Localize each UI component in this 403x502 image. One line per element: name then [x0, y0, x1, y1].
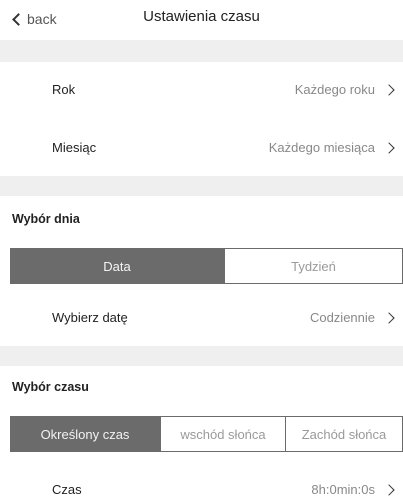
month-row[interactable]: Miesiąc Każdego miesiąca	[0, 116, 403, 174]
page-title: Ustawienia czasu	[143, 8, 260, 25]
segment-date[interactable]: Data	[10, 248, 224, 284]
day-selection-title: Wybór dnia	[12, 212, 80, 226]
time-row[interactable]: Czas 8h:0min:0s	[0, 468, 403, 502]
segment-specific-time[interactable]: Określony czas	[10, 416, 160, 452]
segment-week[interactable]: Tydzień	[224, 248, 403, 284]
month-value: Każdego miesiąca	[268, 140, 375, 155]
pick-date-label: Wybierz datę	[52, 310, 128, 325]
month-label: Miesiąc	[52, 140, 97, 155]
chevron-right-icon	[383, 484, 395, 496]
segment-sunset[interactable]: Zachód słońca	[286, 416, 403, 452]
year-row[interactable]: Rok Każdego roku	[0, 62, 403, 116]
time-value: 8h:0min:0s	[311, 482, 375, 497]
pick-date-value: Codziennie	[309, 310, 375, 325]
segment-sunrise[interactable]: wschód słońca	[160, 416, 286, 452]
section-divider	[0, 346, 403, 366]
section-divider	[0, 40, 403, 62]
year-value: Każdego roku	[294, 82, 375, 97]
time-label: Czas	[52, 482, 82, 497]
year-label: Rok	[52, 82, 76, 97]
time-selection-title: Wybór czasu	[12, 380, 89, 394]
chevron-right-icon	[383, 142, 395, 154]
section-divider	[0, 176, 403, 196]
chevron-right-icon	[383, 84, 395, 96]
chevron-right-icon	[383, 312, 395, 324]
pick-date-row[interactable]: Wybierz datę Codziennie	[0, 292, 403, 342]
top-bar: back Ustawienia czasu	[0, 0, 403, 40]
